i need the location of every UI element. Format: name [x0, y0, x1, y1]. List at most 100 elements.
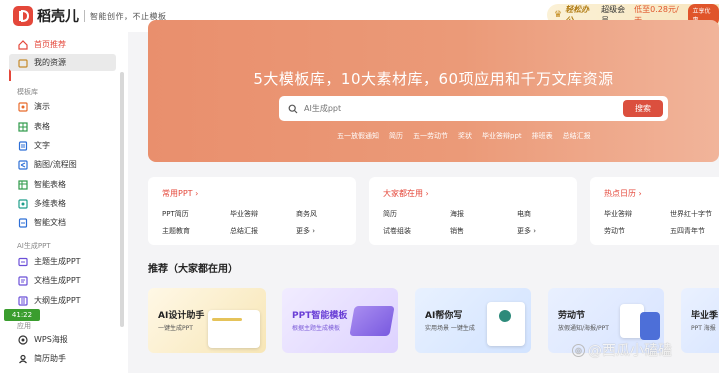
search-box[interactable]: 搜索 [279, 96, 668, 121]
time-badge: 41:22 [4, 309, 40, 321]
crown-icon: ♛ [554, 10, 563, 20]
sidebar-item-doc-ppt[interactable]: 文档生成PPT [9, 272, 116, 289]
sidebar-item-label: 多维表格 [34, 199, 66, 208]
doc-ppt-icon [17, 275, 28, 286]
card-title-link[interactable]: 热点日历 › [604, 188, 642, 199]
card-more-link[interactable]: 更多 › [517, 226, 536, 236]
tile-preview-image [208, 310, 260, 348]
watermark-logo-icon: ◎ [572, 343, 585, 357]
card-link[interactable]: 毕业答辩 [230, 209, 258, 219]
card-title-link[interactable]: 大家都在用 › [383, 188, 429, 199]
logo-icon [19, 10, 29, 22]
sidebar: 首页推荐 我的资源 模板库 演示 表格 文字 脑图/流程图 智能表格 多维表格 … [0, 32, 128, 373]
sidebar-item-label: 演示 [34, 102, 50, 111]
folder-icon [17, 57, 28, 68]
card-link[interactable]: 销售 [450, 226, 464, 236]
sidebar-item-my-resources[interactable]: 我的资源 [9, 54, 116, 71]
hot-search-tags: 五一放假通知 简历 五一劳动节 奖状 毕业答辩ppt 排班表 总结汇报 [337, 131, 591, 141]
tile-subtitle: 实用场景 一键生成 [425, 325, 475, 332]
tile-graduation[interactable]: 毕业季 PPT 海报 [681, 288, 719, 353]
card-link[interactable]: 电商 [517, 209, 531, 219]
mindmap-icon [17, 159, 28, 170]
sidebar-item-multi-table[interactable]: 多维表格 [9, 195, 116, 212]
card-link[interactable]: PPT简历 [162, 209, 189, 219]
card-link[interactable]: 总结汇报 [230, 226, 258, 236]
search-button[interactable]: 搜索 [623, 100, 663, 117]
document-icon [17, 140, 28, 151]
tile-subtitle: 一键生成PPT [158, 325, 193, 332]
sidebar-item-wps-poster[interactable]: WPS海报 [9, 331, 116, 348]
tile-title: AI帮你写 [425, 311, 463, 321]
section-title-templates: 模板库 [17, 88, 38, 96]
section-title-ai-ppt: AI生成PPT [17, 242, 51, 250]
smart-doc-icon [17, 217, 28, 228]
tile-preview-image [487, 302, 525, 346]
sidebar-item-table[interactable]: 表格 [9, 118, 116, 135]
sidebar-item-mindmap[interactable]: 脑图/流程图 [9, 156, 116, 173]
tile-preview-badge [499, 310, 511, 322]
card-link[interactable]: 毕业答辩 [604, 209, 632, 219]
search-input[interactable] [304, 104, 604, 113]
header-divider [84, 10, 85, 22]
watermark-text: @西瓜小磕磕 [588, 343, 672, 359]
tile-ai-writer[interactable]: AI帮你写 实用场景 一键生成 [415, 288, 531, 353]
card-link[interactable]: 世界红十字节 [670, 209, 712, 219]
poster-icon [17, 334, 28, 345]
sidebar-item-smart-doc[interactable]: 智能文档 [9, 214, 116, 231]
card-common-ppt: 常用PPT › PPT简历 毕业答辩 商务风 主题教育 总结汇报 更多 › [148, 177, 356, 245]
sidebar-item-smart-table[interactable]: 智能表格 [9, 176, 116, 193]
resume-icon [17, 353, 28, 364]
sidebar-item-outline-ppt[interactable]: 大纲生成PPT [9, 292, 116, 309]
card-link[interactable]: 劳动节 [604, 226, 625, 236]
sidebar-item-text[interactable]: 文字 [9, 137, 116, 154]
sidebar-item-label: 表格 [34, 122, 50, 131]
card-link[interactable]: 商务风 [296, 209, 317, 219]
hot-tag[interactable]: 五一放假通知 [337, 131, 379, 141]
hot-tag[interactable]: 奖状 [458, 131, 472, 141]
tile-preview-bar [212, 318, 242, 321]
hot-tag[interactable]: 毕业答辩ppt [482, 131, 522, 141]
sidebar-item-label: 智能文档 [34, 218, 66, 227]
sidebar-item-label: 大纲生成PPT [34, 296, 81, 305]
tile-title: 劳动节 [558, 311, 586, 321]
sidebar-item-home[interactable]: 首页推荐 [9, 36, 116, 53]
smart-table-icon [17, 179, 28, 190]
tile-subtitle: PPT 海报 [691, 325, 716, 332]
hot-tag[interactable]: 总结汇报 [563, 131, 591, 141]
multi-table-icon [17, 198, 28, 209]
card-title-link[interactable]: 常用PPT › [162, 188, 198, 199]
sidebar-item-presentation[interactable]: 演示 [9, 98, 116, 115]
card-link[interactable]: 五四青年节 [670, 226, 705, 236]
sidebar-item-label: 我的资源 [34, 58, 66, 67]
card-link[interactable]: 主题教育 [162, 226, 190, 236]
sidebar-item-label: 智能表格 [34, 180, 66, 189]
sidebar-scrollbar[interactable] [120, 72, 124, 327]
app-logo[interactable] [13, 6, 33, 26]
home-icon [17, 39, 28, 50]
sidebar-item-label: 文档生成PPT [34, 276, 81, 285]
sidebar-item-label: 主题生成PPT [34, 257, 81, 266]
tile-preview-image [349, 306, 395, 336]
tile-title: AI设计助手 [158, 311, 205, 321]
tile-ppt-smart-template[interactable]: PPT智能模板 根据主题生成模板 [282, 288, 398, 353]
presentation-icon [17, 101, 28, 112]
tile-title: 毕业季 [691, 311, 719, 321]
card-link[interactable]: 试卷组装 [383, 226, 411, 236]
app-name: 稻壳儿 [37, 9, 79, 25]
card-link[interactable]: 海报 [450, 209, 464, 219]
card-link[interactable]: 简历 [383, 209, 397, 219]
outline-ppt-icon [17, 295, 28, 306]
sidebar-item-resume[interactable]: 简历助手 [9, 350, 116, 367]
hot-tag[interactable]: 简历 [389, 131, 403, 141]
tile-ai-design-assistant[interactable]: AI设计助手 一键生成PPT [148, 288, 266, 353]
hot-tag[interactable]: 五一劳动节 [413, 131, 448, 141]
sidebar-item-label: 简历助手 [34, 354, 66, 363]
sidebar-item-label: 文字 [34, 141, 50, 150]
tile-preview-image [640, 312, 660, 340]
hot-tag[interactable]: 排班表 [532, 131, 553, 141]
card-more-link[interactable]: 更多 › [296, 226, 315, 236]
tile-subtitle: 根据主题生成模板 [292, 325, 341, 332]
table-icon [17, 121, 28, 132]
recommend-section-title: 推荐（大家都在用） [148, 264, 238, 275]
sidebar-item-topic-ppt[interactable]: 主题生成PPT [9, 253, 116, 270]
